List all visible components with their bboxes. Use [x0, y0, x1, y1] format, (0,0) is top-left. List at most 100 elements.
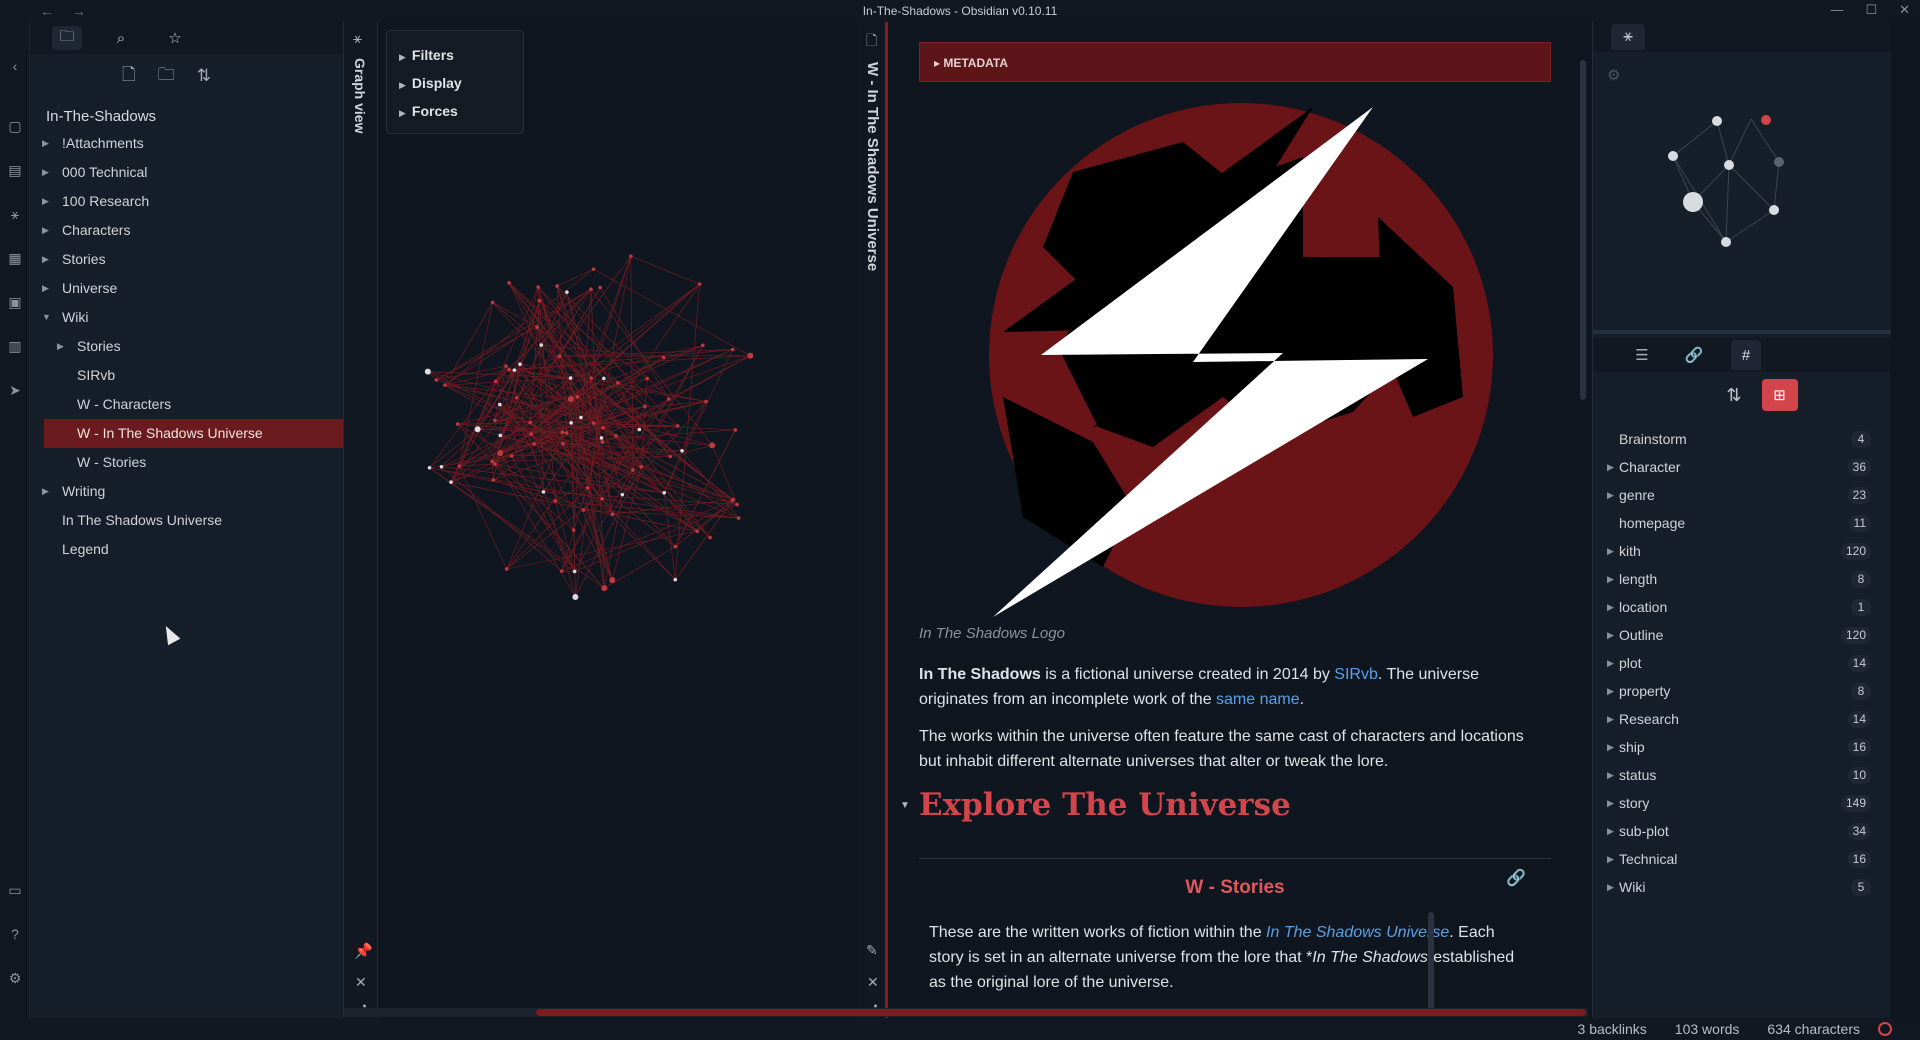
- back-icon[interactable]: ←: [40, 3, 54, 19]
- tag-item[interactable]: homepage 11: [1593, 509, 1891, 537]
- file-item[interactable]: SIRvb: [30, 361, 343, 390]
- graph-node[interactable]: [600, 440, 605, 444]
- graph-node[interactable]: [708, 535, 712, 540]
- graph-node[interactable]: [449, 480, 453, 484]
- local-graph[interactable]: ⚙: [1593, 52, 1891, 334]
- graph-view-pane[interactable]: ▶ Filters ▶ Display ▶ Forces: [378, 22, 858, 1018]
- graph-node[interactable]: [733, 428, 738, 432]
- graph-node[interactable]: [507, 281, 511, 285]
- graph-node[interactable]: [591, 267, 596, 271]
- close-window-button[interactable]: ✕: [1899, 2, 1910, 18]
- graph-canvas[interactable]: [378, 22, 858, 1018]
- tag-item[interactable]: ▶ Wiki 5: [1593, 873, 1891, 901]
- graph-node[interactable]: [585, 486, 590, 490]
- folder-item[interactable]: ▶ !Attachments: [30, 129, 343, 158]
- graph-node[interactable]: [565, 290, 569, 294]
- search-icon[interactable]: ⌕: [106, 26, 136, 50]
- graph-node[interactable]: [572, 569, 577, 574]
- graph-node[interactable]: [498, 402, 502, 407]
- graph-node[interactable]: [529, 432, 533, 436]
- graph-node[interactable]: [512, 368, 517, 372]
- graph-node[interactable]: [639, 465, 644, 469]
- graph-node[interactable]: [730, 347, 735, 352]
- template-icon[interactable]: ▣: [7, 294, 23, 310]
- workspace-scrollbar[interactable]: [344, 1008, 1588, 1017]
- edit-icon[interactable]: ✎: [866, 942, 878, 959]
- chevron-right-icon[interactable]: ▶: [1607, 845, 1614, 873]
- graph-node[interactable]: [539, 343, 544, 347]
- graph-node[interactable]: [701, 343, 705, 348]
- tag-item[interactable]: ▶ ship 16: [1593, 733, 1891, 761]
- tag-item[interactable]: ▶ Technical 16: [1593, 845, 1891, 873]
- tag-item[interactable]: Brainstorm 4: [1593, 425, 1891, 453]
- graph-node[interactable]: [541, 490, 546, 494]
- graph-node[interactable]: [514, 395, 519, 400]
- universe-link[interactable]: In The Shadows Universe: [1266, 924, 1449, 941]
- graph-node[interactable]: [559, 569, 564, 573]
- chevron-right-icon[interactable]: ▶: [1607, 593, 1614, 621]
- folder-item[interactable]: ▶ Universe: [30, 274, 343, 303]
- tags-icon[interactable]: #: [1731, 340, 1761, 370]
- embed-title[interactable]: W - Stories: [919, 877, 1551, 899]
- graph-node[interactable]: [601, 426, 605, 430]
- graph-node[interactable]: [666, 397, 671, 401]
- chevron-right-icon[interactable]: ▶: [1607, 761, 1614, 789]
- graph-node[interactable]: [457, 464, 462, 468]
- folder-item[interactable]: ▶ Writing: [30, 477, 343, 506]
- plugin-icon[interactable]: ▦: [7, 250, 23, 266]
- chevron-right-icon[interactable]: ▶: [1607, 677, 1614, 705]
- chevron-right-icon[interactable]: ▶: [1607, 565, 1614, 593]
- chevron-right-icon[interactable]: ▶: [1607, 453, 1614, 481]
- graph-node[interactable]: [528, 420, 532, 425]
- new-note-icon[interactable]: 🗋: [122, 62, 136, 91]
- graph-node[interactable]: [661, 355, 666, 360]
- graph-node[interactable]: [564, 431, 569, 435]
- local-graph-icon[interactable]: ⚹: [1611, 24, 1645, 50]
- sort-icon[interactable]: ⇅: [1726, 385, 1741, 406]
- backlinks-count[interactable]: 3 backlinks: [1578, 1021, 1647, 1037]
- backlinks-icon[interactable]: 🔗: [1679, 340, 1709, 370]
- graph-node[interactable]: [620, 492, 625, 497]
- graph-node[interactable]: [629, 254, 633, 258]
- chevron-right-icon[interactable]: ▶: [1607, 789, 1614, 817]
- forward-icon[interactable]: →: [72, 3, 86, 19]
- graph-node[interactable]: [567, 396, 574, 403]
- collapse-sidebar-icon[interactable]: ‹: [7, 58, 23, 74]
- chevron-right-icon[interactable]: ▶: [42, 187, 49, 216]
- graph-node[interactable]: [736, 516, 741, 520]
- minimize-button[interactable]: —: [1830, 2, 1843, 18]
- chevron-right-icon[interactable]: ▶: [1607, 621, 1614, 649]
- settings-icon[interactable]: ⚙: [1607, 66, 1620, 84]
- graph-node[interactable]: [532, 442, 536, 446]
- chevron-right-icon[interactable]: ▶: [1607, 537, 1614, 565]
- same-name-link[interactable]: same name: [1216, 691, 1300, 708]
- tag-item[interactable]: ▶ sub-plot 34: [1593, 817, 1891, 845]
- graph-node[interactable]: [731, 497, 736, 502]
- tag-item[interactable]: ▶ plot 14: [1593, 649, 1891, 677]
- outline-icon[interactable]: ☰: [1627, 340, 1657, 370]
- tag-item[interactable]: ▶ genre 23: [1593, 481, 1891, 509]
- graph-node[interactable]: [609, 577, 616, 584]
- graph-node[interactable]: [598, 285, 602, 290]
- filters-toggle[interactable]: ▶ Filters: [399, 41, 511, 69]
- graph-node[interactable]: [601, 585, 608, 592]
- graph-icon[interactable]: ⚹: [353, 30, 362, 47]
- graph-node[interactable]: [553, 499, 558, 503]
- folder-item[interactable]: ▼ Wiki: [30, 303, 343, 332]
- help-icon[interactable]: ?: [7, 926, 23, 942]
- graph-node[interactable]: [537, 298, 542, 303]
- graph-node[interactable]: [637, 427, 642, 432]
- settings-icon[interactable]: ⚙: [7, 970, 23, 986]
- graph-node[interactable]: [600, 497, 604, 501]
- graph-node[interactable]: [569, 421, 573, 425]
- tree-view-icon[interactable]: ⊞: [1761, 379, 1798, 411]
- graph-node[interactable]: [493, 418, 497, 423]
- display-toggle[interactable]: ▶ Display: [399, 69, 511, 97]
- graph-node[interactable]: [614, 434, 618, 438]
- pin-icon[interactable]: 📌: [354, 942, 373, 960]
- graph-node[interactable]: [504, 567, 509, 571]
- file-icon[interactable]: 🗋: [866, 30, 877, 54]
- tag-item[interactable]: ▶ story 149: [1593, 789, 1891, 817]
- chevron-right-icon[interactable]: ▶: [42, 274, 49, 303]
- graph-node[interactable]: [697, 282, 702, 286]
